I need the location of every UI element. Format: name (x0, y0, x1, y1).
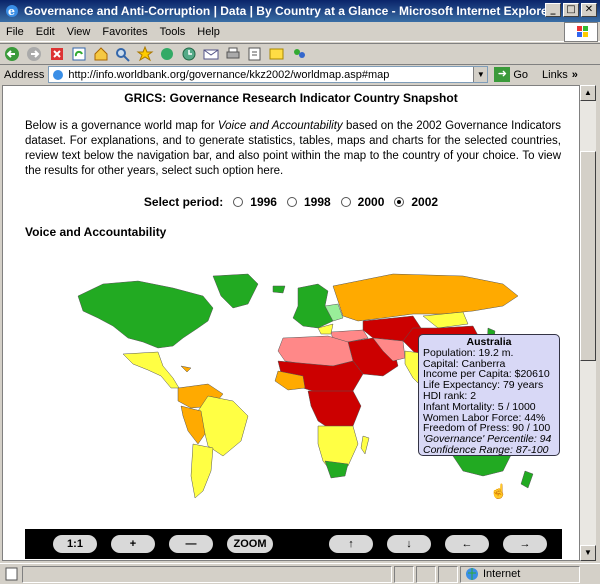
new-zealand-region[interactable] (520, 470, 534, 489)
status-cell (416, 565, 436, 583)
forward-icon[interactable] (26, 46, 44, 62)
section-title: Voice and Accountability (25, 225, 167, 239)
menu-help[interactable]: Help (191, 26, 226, 38)
status-text-cell (22, 565, 392, 583)
address-input[interactable]: http://info.worldbank.org/governance/kkz… (48, 66, 489, 83)
toolbar (0, 43, 600, 65)
search-icon[interactable] (114, 46, 132, 62)
zoom-reset-button[interactable]: 1:1 (53, 535, 97, 553)
address-dropdown-icon[interactable]: ▼ (473, 67, 488, 82)
pan-down-button[interactable]: ↓ (387, 535, 431, 553)
scroll-down-icon[interactable]: ▼ (580, 545, 596, 561)
mongolia-region[interactable] (422, 311, 469, 329)
page-icon (53, 69, 64, 80)
zoom-button[interactable]: ZOOM (227, 535, 273, 553)
page-status-icon (5, 567, 18, 581)
address-url: http://info.worldbank.org/governance/kkz… (68, 68, 390, 81)
tooltip-confidence: Confidence Range: 87-100 (423, 443, 549, 456)
menu-file[interactable]: File (0, 26, 30, 38)
go-label: Go (513, 68, 529, 81)
period-selector: Select period: 1996 1998 2000 2002 (3, 195, 579, 209)
north-africa-region[interactable] (277, 335, 354, 367)
svg-text:e: e (8, 5, 15, 18)
radio-label-1996: 1996 (250, 195, 277, 209)
map-navigation-bar: 1:1 + — ZOOM ↑ ↓ ← → (25, 529, 562, 559)
north-america-region[interactable] (77, 280, 214, 349)
scroll-thumb[interactable] (580, 151, 596, 361)
status-cell (394, 565, 414, 583)
globe-icon (466, 568, 478, 580)
close-button[interactable]: ✕ (581, 3, 597, 17)
southern-cone-region[interactable] (190, 443, 214, 499)
mail-icon[interactable] (202, 46, 220, 62)
menu-favorites[interactable]: Favorites (96, 26, 153, 38)
go-arrow-icon: ➜ (494, 67, 511, 82)
page-title: GRICS: Governance Research Indicator Cou… (124, 91, 458, 105)
title-bar: e Governance and Anti-Corruption | Data … (0, 0, 600, 22)
radio-2002[interactable] (394, 197, 405, 207)
discuss-icon[interactable] (268, 46, 286, 62)
vertical-scrollbar[interactable]: ▲ ▼ (580, 85, 596, 561)
favorites-icon[interactable] (136, 46, 154, 62)
pan-right-button[interactable]: → (503, 535, 547, 553)
zone-label: Internet (483, 568, 521, 580)
intro-text: Below is a governance world map for Voic… (25, 120, 562, 177)
pan-left-button[interactable]: ← (445, 535, 489, 553)
refresh-icon[interactable] (70, 46, 88, 62)
window-title: Governance and Anti-Corruption | Data | … (24, 4, 553, 18)
iceland-region[interactable] (272, 285, 286, 294)
zone-cell: Internet (460, 565, 580, 583)
radio-2000[interactable] (340, 197, 351, 207)
menu-tools[interactable]: Tools (154, 26, 192, 38)
central-america-region[interactable] (122, 351, 180, 389)
home-icon[interactable] (92, 46, 110, 62)
greenland-region[interactable] (212, 273, 259, 309)
pan-up-button[interactable]: ↑ (329, 535, 373, 553)
media-icon[interactable] (158, 46, 176, 62)
tooltip-line: Population: 19.2 m. (423, 346, 514, 359)
period-label: Select period: (143, 195, 224, 209)
address-label: Address (4, 68, 45, 81)
south-africa-region[interactable] (324, 460, 349, 479)
zoom-in-button[interactable]: + (111, 535, 155, 553)
address-bar: Address http://info.worldbank.org/govern… (0, 64, 600, 84)
radio-label-2000: 2000 (357, 195, 385, 209)
radio-label-2002: 2002 (411, 195, 439, 209)
history-icon[interactable] (180, 46, 198, 62)
messenger-icon[interactable] (290, 46, 308, 62)
stop-icon[interactable] (48, 46, 66, 62)
status-cell (438, 565, 458, 583)
links-button[interactable]: Links (542, 69, 568, 81)
status-bar: Internet (0, 563, 600, 584)
hand-cursor-icon: ☝ (490, 483, 508, 499)
scroll-up-icon[interactable]: ▲ (580, 85, 596, 101)
tooltip-line: Infant Mortality: 5 / 1000 (423, 400, 536, 413)
country-tooltip: Australia Population: 19.2 m. Capital: C… (418, 334, 560, 456)
menu-edit[interactable]: Edit (30, 26, 61, 38)
maximize-button[interactable]: □ (563, 3, 579, 17)
zoom-out-button[interactable]: — (169, 535, 213, 553)
radio-1998[interactable] (286, 197, 297, 207)
caribbean-region[interactable] (180, 365, 192, 373)
page-content: GRICS: Governance Research Indicator Cou… (2, 85, 580, 561)
russia-region[interactable] (332, 273, 519, 322)
print-icon[interactable] (224, 46, 242, 62)
radio-label-1998: 1998 (303, 195, 331, 209)
ie-logo-icon: e (6, 5, 18, 18)
edit-icon[interactable] (246, 46, 264, 62)
back-icon[interactable] (4, 46, 22, 62)
central-africa-region[interactable] (307, 390, 362, 432)
menu-bar: File Edit View Favorites Tools Help (0, 22, 600, 42)
chevron-right-icon[interactable]: » (572, 69, 578, 81)
minimize-button[interactable]: _ (545, 3, 561, 17)
go-button[interactable]: ➜ Go (494, 67, 528, 82)
radio-1996[interactable] (233, 197, 244, 207)
madagascar-region[interactable] (360, 435, 370, 455)
windows-logo-icon (564, 22, 598, 42)
menu-view[interactable]: View (61, 26, 97, 38)
